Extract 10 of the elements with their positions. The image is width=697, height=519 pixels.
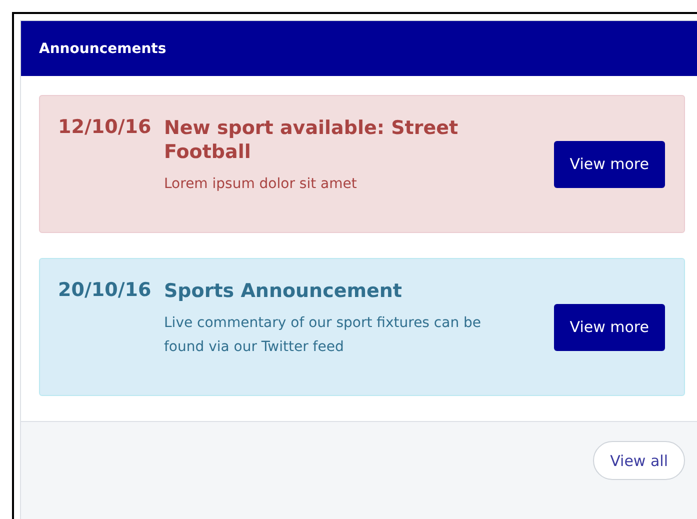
announcement-date: 20/10/16 bbox=[58, 279, 152, 301]
view-more-button[interactable]: View more bbox=[554, 304, 665, 350]
announcement-date: 12/10/16 bbox=[58, 116, 152, 138]
view-more-button[interactable]: View more bbox=[554, 140, 665, 188]
panel-title: Announcements bbox=[21, 21, 697, 76]
view-all-button[interactable]: View all bbox=[593, 441, 685, 480]
announcement-text: Live commentary of our sport fixtures can be found via our Twitter feed bbox=[164, 314, 482, 357]
announcement-text: Lorem ipsum dolor sit amet bbox=[164, 175, 358, 194]
announcement-title: New sport available: Street Football bbox=[164, 116, 460, 164]
announcement-title: Sports Announcement bbox=[164, 279, 404, 303]
